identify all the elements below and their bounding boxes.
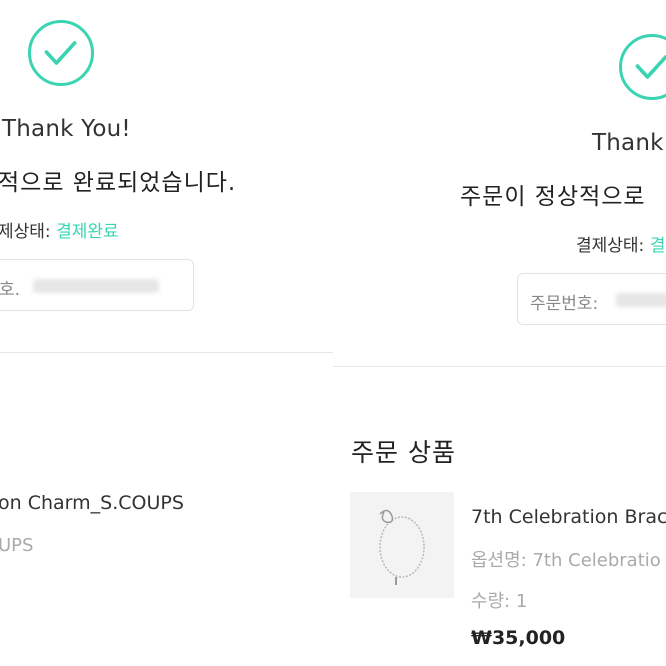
order-number-label: 주문번호: bbox=[530, 294, 599, 314]
payment-status: 결제상태: 결 bbox=[576, 231, 665, 256]
thank-you-heading: Thank Yo bbox=[592, 130, 666, 156]
option-label: 옵션명: bbox=[471, 550, 527, 571]
product-option: 옵션명: 7th Celebratio bbox=[471, 546, 661, 572]
order-number-box: 호. bbox=[0, 259, 194, 311]
order-number-label: 호. bbox=[0, 280, 21, 300]
quantity-value: 1 bbox=[515, 591, 528, 612]
check-icon bbox=[619, 34, 666, 100]
ordered-products-title: 주문 상품 bbox=[351, 438, 456, 467]
payment-status-label: 결제상태: bbox=[576, 236, 645, 256]
order-number-redacted bbox=[616, 293, 666, 307]
payment-status: 제상태: 결제완료 bbox=[0, 217, 119, 242]
check-icon bbox=[28, 20, 94, 86]
right-order-complete-panel: Thank Yo 주문이 정상적으로 결제상태: 결 주문번호: 주문 상품 7… bbox=[333, 0, 666, 666]
payment-status-label: 제상태: bbox=[0, 222, 51, 242]
product-option: UPS bbox=[0, 535, 34, 556]
product-name[interactable]: on Charm_S.COUPS bbox=[0, 492, 184, 514]
order-complete-message: 적으로 완료되었습니다. bbox=[0, 170, 237, 196]
payment-status-value: 결 bbox=[649, 236, 666, 256]
thank-you-heading: Thank You! bbox=[2, 116, 131, 142]
order-number-redacted bbox=[33, 279, 159, 293]
product-quantity: 수량: 1 bbox=[471, 587, 527, 613]
product-price: ₩35,000 bbox=[471, 627, 566, 649]
divider bbox=[333, 366, 666, 367]
order-number-box: 주문번호: bbox=[517, 273, 666, 325]
order-complete-message: 주문이 정상적으로 bbox=[460, 184, 646, 210]
option-value: 7th Celebratio bbox=[532, 550, 661, 571]
product-name[interactable]: 7th Celebration Bracel bbox=[471, 506, 666, 528]
bracelet-image bbox=[379, 509, 425, 585]
quantity-label: 수량: bbox=[471, 591, 511, 612]
product-thumbnail[interactable] bbox=[350, 492, 454, 598]
left-order-complete-panel: Thank You! 적으로 완료되었습니다. 제상태: 결제완료 호. on … bbox=[0, 0, 335, 666]
divider bbox=[0, 352, 333, 353]
payment-status-value: 결제완료 bbox=[56, 222, 119, 242]
